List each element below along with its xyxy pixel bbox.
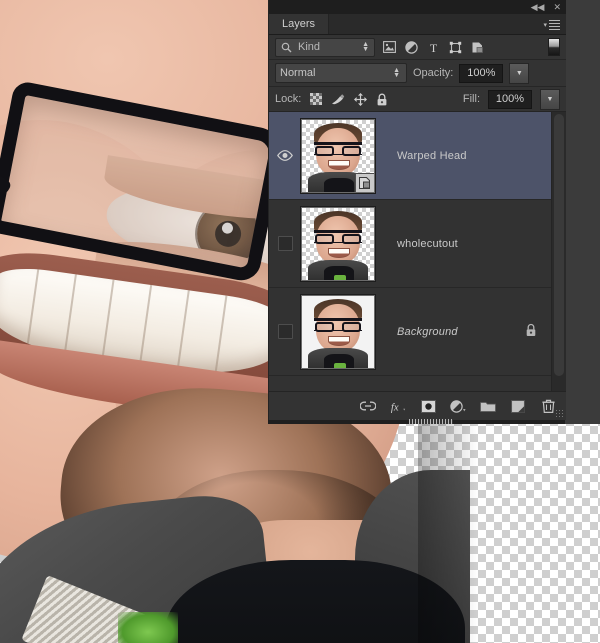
- layer-filter-row[interactable]: Kind ▲ ▼ T: [269, 35, 566, 60]
- svg-text:fx: fx: [391, 402, 399, 413]
- lock-label: Lock:: [275, 93, 302, 105]
- layers-panel[interactable]: ◀◀ ✕ Layers ▾ Kind ▲ ▼ T Normal ▲ ▼ Opac…: [268, 0, 566, 424]
- pixel-layer-filter-icon[interactable]: [382, 40, 397, 55]
- lock-row[interactable]: Lock: Fill: 100% ▼: [269, 87, 566, 112]
- hamburger-icon: [549, 18, 560, 32]
- layer-thumbnail[interactable]: [301, 206, 375, 281]
- layer-thumbnail[interactable]: [301, 294, 375, 369]
- layers-panel-footer[interactable]: fx: [269, 391, 566, 424]
- layer-name[interactable]: Warped Head: [375, 150, 510, 162]
- layer-name[interactable]: Background: [375, 326, 510, 338]
- svg-text:T: T: [430, 41, 438, 54]
- canvas-edge-shadow: [418, 418, 478, 643]
- fill-label: Fill:: [462, 93, 480, 105]
- layer-visibility-toggle[interactable]: [269, 324, 301, 339]
- fill-input[interactable]: 100%: [488, 89, 532, 109]
- lock-transparent-pixels-icon[interactable]: [309, 92, 323, 106]
- search-icon: [279, 40, 294, 55]
- panel-menu-button[interactable]: ▾: [543, 18, 560, 32]
- new-adjustment-layer-button[interactable]: [450, 398, 466, 414]
- opacity-input[interactable]: 100%: [459, 63, 504, 83]
- tab-layers[interactable]: Layers: [269, 14, 330, 34]
- filter-kind-select[interactable]: Kind ▲ ▼: [275, 37, 375, 57]
- layer-name[interactable]: wholecutout: [375, 238, 510, 250]
- scrollbar-thumb[interactable]: [554, 114, 564, 376]
- layer-thumbnail[interactable]: [301, 118, 375, 193]
- blend-mode-select[interactable]: Normal ▲ ▼: [275, 63, 407, 83]
- smart-object-filter-icon[interactable]: [470, 40, 485, 55]
- shape-layer-filter-icon[interactable]: [448, 40, 463, 55]
- workspace-gutter: [565, 0, 600, 424]
- layer-visibility-toggle[interactable]: [269, 236, 301, 251]
- table-row[interactable]: wholecutout: [269, 200, 552, 288]
- lock-all-icon[interactable]: [375, 92, 389, 106]
- eye-icon-off[interactable]: [277, 324, 293, 339]
- layer-visibility-toggle[interactable]: [269, 150, 301, 161]
- new-layer-button[interactable]: [510, 398, 526, 414]
- layer-style-button[interactable]: fx: [390, 398, 406, 414]
- collapse-icon[interactable]: ◀◀: [531, 2, 545, 12]
- table-row[interactable]: Warped Head: [269, 112, 552, 200]
- delete-layer-button[interactable]: [540, 398, 556, 414]
- opacity-dropdown-icon[interactable]: ▼: [509, 62, 530, 84]
- link-layers-button[interactable]: [360, 398, 376, 414]
- smart-object-badge-icon: [355, 172, 374, 192]
- blend-mode-value: Normal: [280, 67, 316, 79]
- tab-layers-label: Layers: [282, 18, 316, 30]
- adjustment-layer-filter-icon[interactable]: [404, 40, 419, 55]
- lock-image-pixels-icon[interactable]: [331, 92, 345, 106]
- panel-titlebar: ◀◀ ✕: [269, 0, 566, 14]
- layer-list-scrollbar[interactable]: [551, 112, 566, 392]
- eye-icon-off[interactable]: [277, 236, 293, 251]
- opacity-label: Opacity:: [413, 67, 454, 79]
- blend-mode-row[interactable]: Normal ▲ ▼ Opacity: 100% ▼: [269, 60, 566, 87]
- type-layer-filter-icon[interactable]: T: [426, 40, 441, 55]
- close-icon[interactable]: ✕: [553, 2, 561, 12]
- filter-kind-label: Kind: [298, 41, 321, 53]
- blend-stepper-icon[interactable]: ▲ ▼: [393, 67, 402, 79]
- table-row[interactable]: Background: [269, 288, 552, 376]
- panel-drag-indicator: [409, 419, 453, 424]
- add-layer-mask-button[interactable]: [420, 398, 436, 414]
- fill-dropdown-icon[interactable]: ▼: [540, 88, 560, 110]
- filter-stepper-icon[interactable]: ▲ ▼: [362, 41, 371, 53]
- layer-lock-indicator: [510, 323, 552, 340]
- layer-list[interactable]: Warped Head wholecutout Background: [269, 112, 552, 392]
- lock-position-icon[interactable]: [353, 92, 367, 106]
- lock-icon: [525, 323, 537, 340]
- filter-enable-toggle[interactable]: [548, 38, 560, 56]
- new-group-button[interactable]: [480, 398, 496, 414]
- eye-icon[interactable]: [277, 150, 293, 161]
- shirt-graphic: [118, 612, 178, 643]
- chevron-down-icon: ▾: [543, 21, 547, 29]
- panel-tab-strip[interactable]: Layers ▾: [269, 14, 566, 35]
- panel-resize-grip[interactable]: [555, 409, 564, 418]
